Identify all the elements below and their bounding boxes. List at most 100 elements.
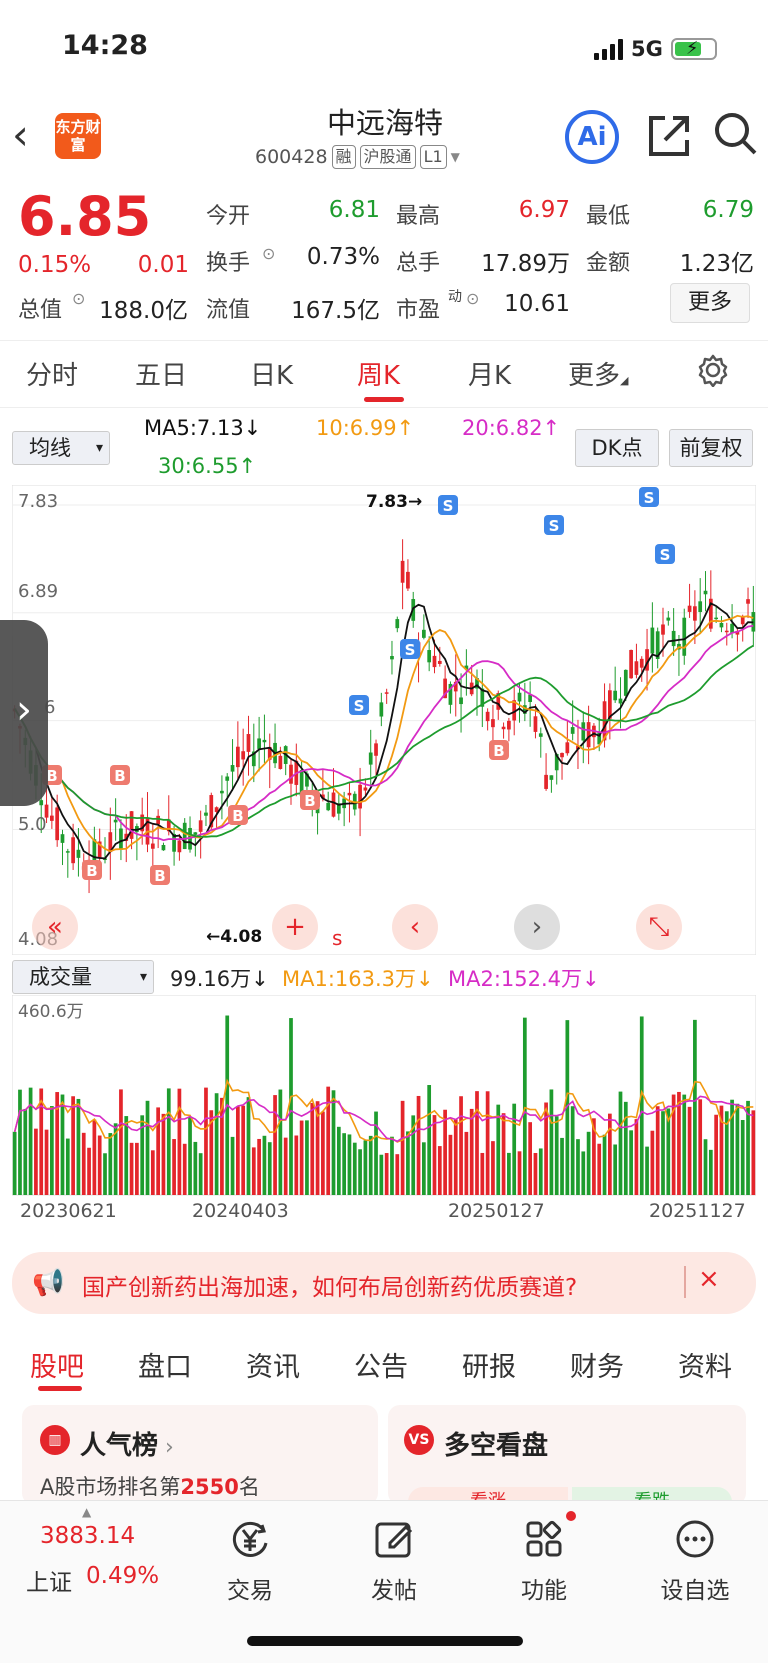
tab-research[interactable]: 研报 — [462, 1345, 516, 1384]
candle-body — [161, 844, 166, 851]
candle-body — [533, 716, 538, 732]
tab-more[interactable]: 更多◢ — [568, 355, 628, 392]
dk-point-button[interactable]: DK点 — [575, 429, 659, 467]
tab-profile[interactable]: 资料 — [678, 1345, 732, 1384]
side-expand-handle[interactable]: › — [0, 620, 48, 806]
kline-chart[interactable]: BBBBBBBSSSSSS 7.83 6.89 6 5.0 4.08 7.83→… — [12, 485, 756, 955]
volume-bar — [522, 1017, 527, 1195]
volume-bar — [554, 1116, 559, 1195]
volume-bar — [687, 1106, 692, 1195]
add-watchlist-button[interactable]: 设自选 — [650, 1511, 740, 1605]
settings-icon[interactable] — [696, 353, 730, 394]
volume-bar — [198, 1153, 203, 1195]
tab-financials[interactable]: 财务 — [570, 1345, 624, 1384]
long-short-card[interactable]: VS 多空看盘 看涨 看跌 — [388, 1405, 746, 1517]
candle-body — [65, 851, 70, 853]
candle-body — [379, 702, 384, 717]
volume-chart[interactable]: 460.6万 20230621 20240403 20250127 202511… — [12, 995, 756, 1220]
ai-button[interactable]: Ai — [565, 110, 619, 164]
chevron-down-icon[interactable]: ▼ — [451, 150, 460, 164]
svg-text:B: B — [154, 867, 165, 885]
volume-bar — [204, 1087, 208, 1195]
tab-announcements[interactable]: 公告 — [354, 1345, 408, 1384]
trade-button[interactable]: 交易 — [210, 1511, 290, 1605]
buy-signal-icon: B — [489, 740, 509, 760]
adjust-button[interactable]: 前复权 — [669, 429, 753, 467]
tab-orderbook[interactable]: 盘口 — [138, 1345, 192, 1384]
tab-underline — [364, 397, 404, 402]
sell-signal-icon: S — [544, 515, 564, 535]
connect-tag: 沪股通 — [359, 145, 416, 169]
rewind-icon[interactable]: « — [32, 904, 78, 950]
network-label: 5G — [631, 37, 663, 61]
volume-bar — [517, 1151, 522, 1195]
candle-body — [586, 722, 591, 748]
volume-bar — [246, 1097, 251, 1195]
volume-bar — [623, 1101, 628, 1195]
date-label: 20240403 — [192, 1200, 289, 1220]
volume-bar — [607, 1113, 612, 1195]
tab-five-day[interactable]: 五日 — [135, 355, 187, 392]
volume-bar — [453, 1119, 458, 1195]
index-widget[interactable]: ▲ 3883.14 上证 0.49% — [0, 1501, 180, 1621]
more-button[interactable]: 更多 — [670, 283, 750, 323]
volume-bar — [437, 1146, 442, 1195]
volume-y-top: 460.6万 — [18, 1002, 84, 1022]
volume-bar — [347, 1134, 352, 1195]
candle-body — [517, 692, 522, 702]
amount-value: 1.23亿 — [679, 251, 754, 277]
buy-signal-icon: B — [82, 860, 102, 880]
volume-bar — [416, 1095, 421, 1195]
next-icon[interactable]: › — [514, 904, 560, 950]
volume-bar — [650, 1130, 655, 1195]
candle-body — [384, 692, 389, 694]
post-button[interactable]: 发帖 — [354, 1511, 434, 1605]
volume-bar — [740, 1120, 745, 1195]
candle-body — [724, 630, 729, 633]
candle-body — [746, 599, 750, 604]
info-icon[interactable]: ⊙ — [262, 244, 275, 263]
promo-banner[interactable]: 📢 国产创新药出海加速，如何布局创新药优质赛道? × — [12, 1252, 756, 1314]
volume-bar — [597, 1143, 602, 1195]
volume-bar — [166, 1088, 171, 1195]
tab-daily-k[interactable]: 日K — [250, 355, 293, 392]
app-logo: 东方财富 — [55, 113, 101, 159]
open-value: 6.81 — [328, 197, 380, 223]
volume-bar — [76, 1098, 81, 1195]
candle-body — [177, 840, 182, 853]
svg-text:S: S — [660, 546, 671, 564]
volume-bar — [661, 1111, 665, 1195]
prev-icon[interactable]: ‹ — [392, 904, 438, 950]
mktcap-label: 总值 — [18, 298, 63, 323]
volume-bar — [156, 1107, 161, 1195]
close-icon[interactable]: × — [698, 1264, 720, 1294]
banner-text[interactable]: 国产创新药出海加速，如何布局创新药优质赛道? — [82, 1268, 577, 1302]
tab-news[interactable]: 资讯 — [246, 1345, 300, 1384]
candle-body — [501, 726, 506, 730]
volume-bar — [92, 1119, 97, 1195]
volume-bar — [677, 1091, 681, 1195]
ma-select[interactable]: 均线 — [12, 431, 110, 465]
tab-intraday[interactable]: 分时 — [26, 355, 78, 392]
tab-monthly-k[interactable]: 月K — [468, 355, 511, 392]
functions-button[interactable]: 功能 — [504, 1511, 584, 1605]
info-icon[interactable]: ⊙ — [466, 289, 479, 308]
volume-label: 总手 — [396, 251, 441, 276]
candle-body — [326, 802, 331, 811]
home-indicator — [247, 1636, 523, 1646]
info-icon[interactable]: ⊙ — [72, 289, 85, 308]
search-icon[interactable] — [712, 110, 760, 158]
grid-icon — [504, 1511, 584, 1567]
expand-icon[interactable]: ⤡ — [636, 904, 682, 950]
tab-weekly-k[interactable]: 周K — [357, 355, 400, 392]
status-time: 14:28 — [62, 30, 148, 61]
tab-forum[interactable]: 股吧 — [30, 1345, 84, 1384]
back-button[interactable]: ‹ — [12, 112, 52, 162]
volume-bar — [432, 1115, 437, 1195]
share-icon[interactable] — [645, 112, 693, 160]
zoom-in-icon[interactable]: + — [272, 904, 318, 950]
volume-bar — [751, 1110, 756, 1195]
indicator-select[interactable]: 成交量 — [12, 960, 154, 994]
popularity-card[interactable]: ▥ 人气榜 › A股市场排名第2550名 — [22, 1405, 378, 1505]
volume-bar — [34, 1128, 38, 1195]
